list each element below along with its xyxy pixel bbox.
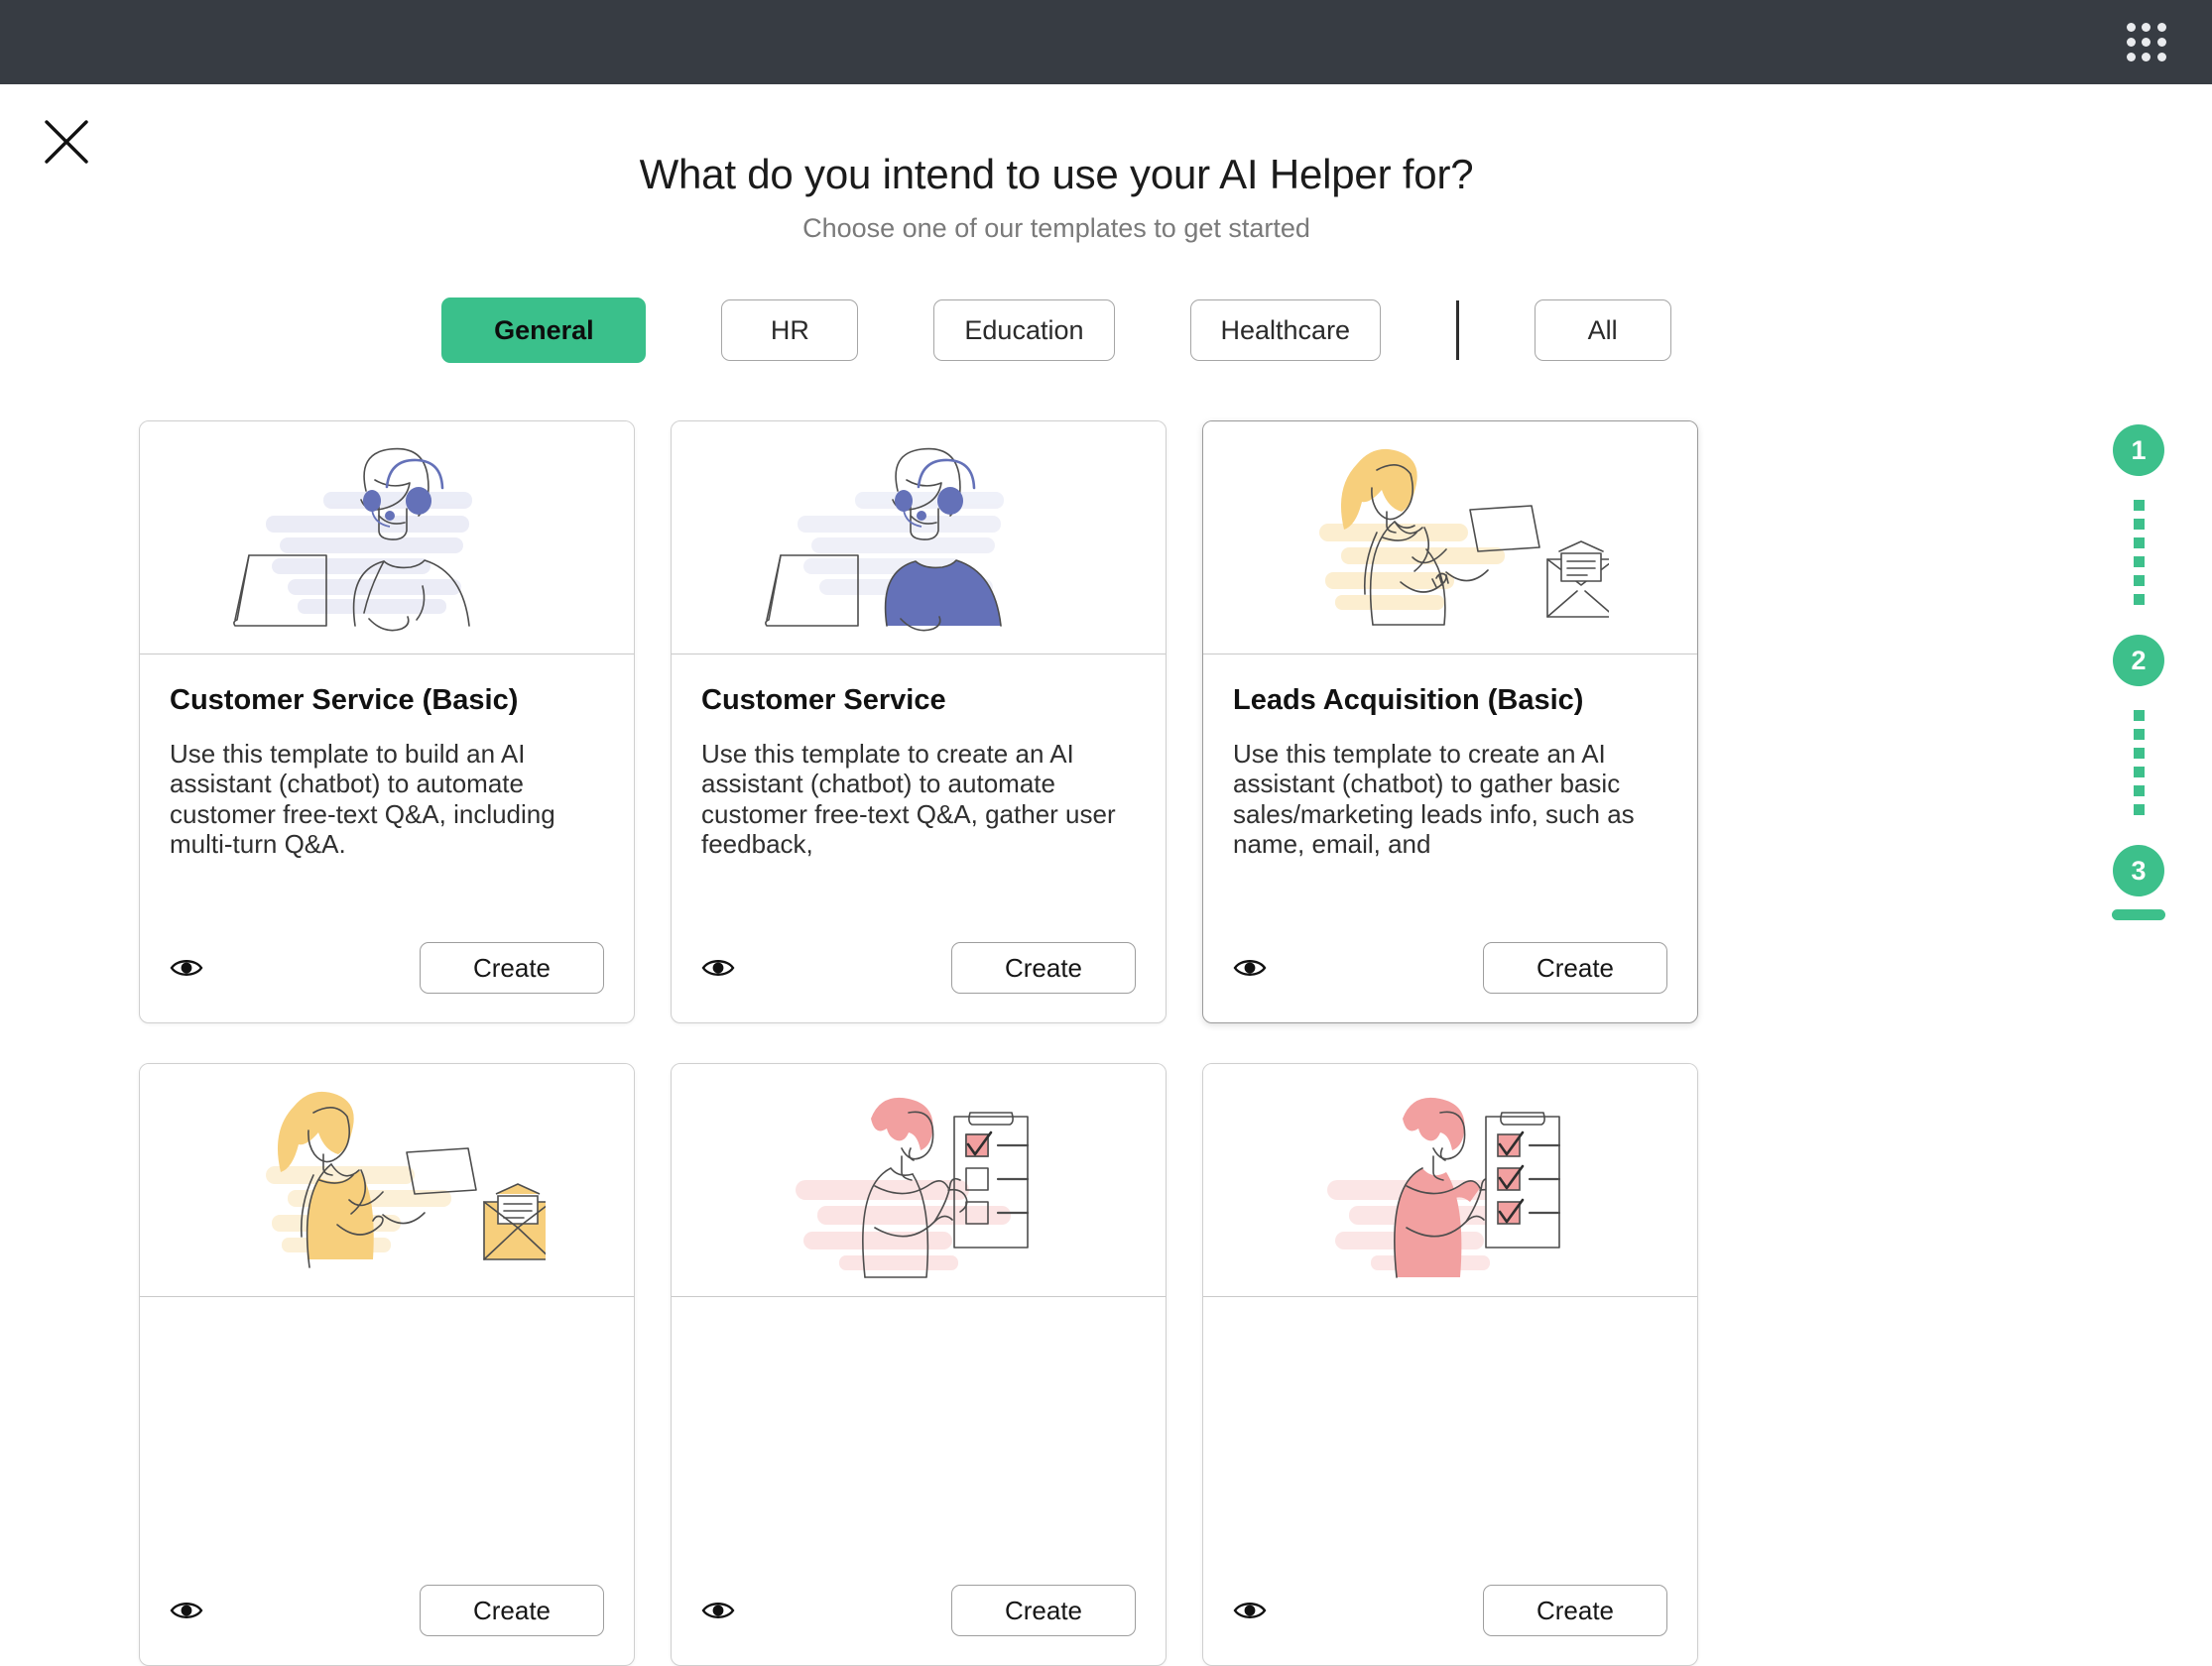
- template-card[interactable]: Create: [671, 1063, 1167, 1666]
- card-illustration: [672, 421, 1166, 654]
- card-title: Customer Service (Basic): [170, 684, 519, 716]
- eye-icon[interactable]: [1233, 1599, 1267, 1622]
- template-card[interactable]: Customer Service (Basic) Use this templa…: [139, 420, 635, 1023]
- card-description: Use this template to build an AI assista…: [170, 739, 555, 860]
- card-footer: Create: [1203, 927, 1697, 1022]
- eye-icon[interactable]: [170, 1599, 203, 1622]
- card-footer: Create: [672, 1570, 1166, 1665]
- page-title: What do you intend to use your AI Helper…: [639, 151, 1474, 197]
- card-body: [1203, 1297, 1697, 1570]
- card-illustration: [140, 1064, 634, 1297]
- create-button[interactable]: Create: [951, 942, 1136, 994]
- card-illustration: [1203, 1064, 1697, 1297]
- create-button[interactable]: Create: [951, 1585, 1136, 1636]
- card-footer: Create: [672, 927, 1166, 1022]
- agent-headset-laptop-filled-icon: [765, 447, 1004, 632]
- step-indicator-1[interactable]: 1: [2113, 424, 2164, 476]
- template-card[interactable]: Customer Service Use this template to cr…: [671, 420, 1167, 1023]
- card-description: Use this template to create an AI assist…: [701, 739, 1116, 860]
- tab-education[interactable]: Education: [933, 299, 1115, 361]
- template-card[interactable]: Create: [1202, 1063, 1698, 1666]
- card-body: Customer Service Use this template to cr…: [672, 654, 1166, 927]
- step-indicator-2[interactable]: 2: [2113, 635, 2164, 686]
- step-current-underline: [2112, 909, 2165, 920]
- card-body: Leads Acquisition (Basic) Use this templ…: [1203, 654, 1697, 927]
- step-connector-2: [2133, 710, 2145, 821]
- card-body: [140, 1297, 634, 1570]
- card-body: Customer Service (Basic) Use this templa…: [140, 654, 634, 927]
- eye-icon[interactable]: [701, 1599, 735, 1622]
- person-checklist-outline-icon: [796, 1097, 1030, 1278]
- template-card-grid: Customer Service (Basic) Use this templa…: [139, 420, 2024, 1666]
- card-title: Leads Acquisition (Basic): [1233, 684, 1584, 716]
- card-illustration: [140, 421, 634, 654]
- card-illustration: [1203, 421, 1697, 654]
- create-button[interactable]: Create: [420, 1585, 604, 1636]
- step-connector-1: [2133, 500, 2145, 611]
- create-button[interactable]: Create: [420, 942, 604, 994]
- tab-divider: [1456, 300, 1459, 360]
- template-card[interactable]: Create: [139, 1063, 635, 1666]
- tab-hr[interactable]: HR: [721, 299, 859, 361]
- create-button[interactable]: Create: [1483, 942, 1667, 994]
- step-indicator-3[interactable]: 3: [2113, 845, 2164, 896]
- eye-icon[interactable]: [701, 956, 735, 980]
- grid-dots-icon[interactable]: [2127, 22, 2166, 62]
- agent-headset-laptop-outline-icon: [233, 447, 472, 632]
- create-button[interactable]: Create: [1483, 1585, 1667, 1636]
- woman-paper-envelope-filled-icon: [266, 1091, 546, 1268]
- template-card[interactable]: Leads Acquisition (Basic) Use this templ…: [1202, 420, 1698, 1023]
- card-title: Customer Service: [701, 684, 946, 716]
- page-subtitle: Choose one of our templates to get start…: [802, 213, 1310, 243]
- eye-icon[interactable]: [1233, 956, 1267, 980]
- tab-healthcare[interactable]: Healthcare: [1189, 299, 1382, 361]
- card-footer: Create: [140, 927, 634, 1022]
- wizard-stepper: 1 2 3: [2103, 424, 2174, 920]
- card-description: Use this template to create an AI assist…: [1233, 739, 1635, 860]
- tab-general[interactable]: General: [441, 298, 647, 363]
- tab-all[interactable]: All: [1534, 299, 1671, 361]
- template-category-tabs: General HR Education Healthcare All: [0, 298, 2113, 363]
- card-footer: Create: [140, 1570, 634, 1665]
- person-checklist-filled-icon: [1327, 1097, 1561, 1278]
- eye-icon[interactable]: [170, 956, 203, 980]
- card-footer: Create: [1203, 1570, 1697, 1665]
- card-illustration: [672, 1064, 1166, 1297]
- card-body: [672, 1297, 1166, 1570]
- top-bar: [0, 0, 2212, 84]
- woman-paper-envelope-outline-icon: [1319, 448, 1609, 626]
